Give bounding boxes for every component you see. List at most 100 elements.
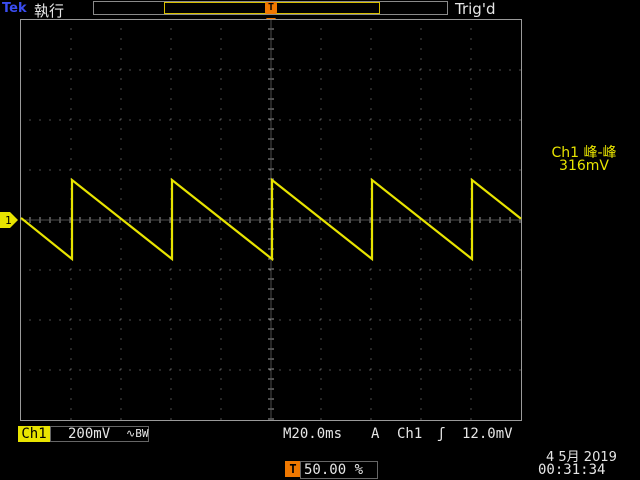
grid-dot: [199, 369, 201, 371]
grid-dot: [370, 98, 372, 100]
grid-dot: [70, 88, 72, 90]
grid-dot: [270, 140, 272, 142]
grid-dot: [370, 138, 372, 140]
grid-dot: [229, 119, 231, 121]
grid-dot: [320, 408, 322, 410]
grid-dot: [443, 219, 445, 221]
grid-dot: [270, 352, 272, 354]
grid-dot: [279, 319, 281, 321]
grid-dot: [89, 269, 91, 271]
grid-dot: [320, 208, 322, 210]
grid-dot: [270, 262, 272, 264]
grid-dot: [49, 269, 51, 271]
grid-dot: [513, 219, 515, 221]
grid-dot: [229, 69, 231, 71]
grid-dot: [319, 69, 321, 71]
trigger-source[interactable]: Ch1: [397, 426, 422, 442]
grid-dot: [270, 40, 272, 42]
grid-dot: [59, 369, 61, 371]
grid-dot: [220, 158, 222, 160]
grid-dot: [351, 219, 353, 221]
grid-dot: [370, 418, 372, 420]
grid-dot: [170, 58, 172, 60]
grid-dot: [173, 219, 175, 221]
grid-dot: [470, 88, 472, 90]
ch1-badge[interactable]: Ch1: [18, 426, 50, 442]
grid-dot: [420, 68, 422, 70]
grid-dot: [179, 319, 181, 321]
grid-dot: [41, 219, 43, 221]
status-header: Tek 執行 T Trig'd: [0, 0, 640, 20]
grid-dot: [329, 269, 331, 271]
grid-dot: [70, 28, 72, 30]
grid-dot: [270, 296, 272, 298]
grid-dot: [220, 418, 222, 420]
grid-dot: [99, 169, 101, 171]
grid-dot: [270, 60, 272, 62]
grid-dot: [320, 198, 322, 200]
grid-dot: [420, 318, 422, 320]
grid-dot: [359, 369, 361, 371]
grid-dot: [159, 119, 161, 121]
grid-dot: [369, 169, 371, 171]
grid-dot: [220, 378, 222, 380]
grid-dot: [270, 36, 272, 38]
grid-dot: [270, 32, 272, 34]
grid-dot: [470, 268, 472, 270]
grid-dot: [419, 169, 421, 171]
grid-dot: [469, 169, 471, 171]
grid-dot: [307, 219, 309, 221]
grid-dot: [270, 52, 272, 54]
grid-dot: [485, 219, 487, 221]
grid-dot: [287, 219, 289, 221]
grid-dot: [470, 318, 472, 320]
grid-dot: [439, 69, 441, 71]
grid-dot: [243, 219, 245, 221]
grid-dot: [70, 118, 72, 120]
grid-dot: [270, 172, 272, 174]
grid-dot: [349, 319, 351, 321]
grid-dot: [191, 219, 193, 221]
grid-dot: [257, 219, 259, 221]
grid-dot: [320, 178, 322, 180]
grid-dot: [70, 278, 72, 280]
grid-dot: [107, 219, 109, 221]
grid-dot: [91, 219, 93, 221]
grid-dot: [270, 30, 272, 32]
trigger-position-value[interactable]: 50.00 %: [304, 462, 363, 478]
waveform-display[interactable]: [20, 19, 522, 421]
grid-dot: [137, 219, 139, 221]
grid-dot: [403, 219, 405, 221]
grid-dot: [445, 219, 447, 221]
grid-dot: [359, 319, 361, 321]
grid-dot: [270, 22, 272, 24]
grid-dot: [270, 152, 272, 154]
grid-dot: [311, 219, 313, 221]
grid-dot: [69, 269, 71, 271]
grid-dot: [299, 69, 301, 71]
grid-dot: [420, 88, 422, 90]
grid-dot: [70, 338, 72, 340]
grid-dot: [170, 288, 172, 290]
ch1-ground-marker[interactable]: 1: [0, 212, 18, 228]
trigger-level[interactable]: 12.0mV: [462, 426, 513, 442]
timebase[interactable]: M20.0ms: [283, 426, 342, 442]
grid-dot: [179, 119, 181, 121]
grid-dot: [220, 338, 222, 340]
grid-dot: [469, 69, 471, 71]
ch1-scale[interactable]: 200mV: [68, 426, 110, 442]
grid-dot: [320, 288, 322, 290]
grid-dot: [220, 58, 222, 60]
grid-dot: [120, 138, 122, 140]
grid-dot: [147, 219, 149, 221]
grid-dot: [120, 178, 122, 180]
grid-dot: [120, 268, 122, 270]
grid-dot: [249, 319, 251, 321]
grid-dot: [470, 298, 472, 300]
grid-dot: [59, 119, 61, 121]
grid-dot: [29, 119, 31, 121]
grid-dot: [270, 322, 272, 324]
grid-dot: [270, 282, 272, 284]
grid-dot: [491, 219, 493, 221]
grid-dot: [163, 219, 165, 221]
